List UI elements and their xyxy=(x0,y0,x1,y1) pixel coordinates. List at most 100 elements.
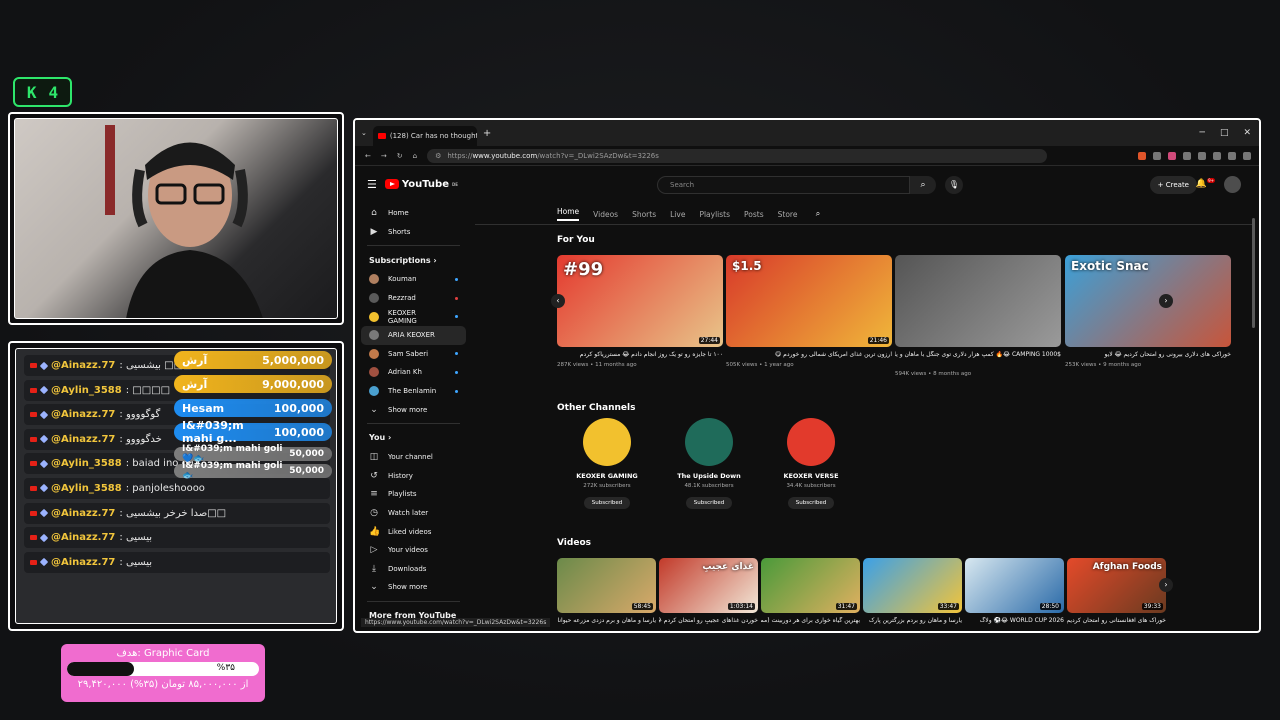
create-button[interactable]: + Create xyxy=(1149,176,1197,194)
sidebar-subscription[interactable]: Kouman xyxy=(361,270,466,289)
sidebar-item-you[interactable]: ▷ Your videos xyxy=(361,541,466,560)
subscribed-button[interactable]: Subscribed xyxy=(583,497,631,509)
minimize-icon[interactable]: ─ xyxy=(1200,128,1205,138)
new-tab-icon[interactable]: + xyxy=(483,128,491,139)
video-thumbnail[interactable]: 33:47 xyxy=(863,558,962,613)
search-input[interactable]: Search xyxy=(657,176,910,194)
menu-dots-icon[interactable] xyxy=(1243,151,1251,160)
channel-card[interactable]: KEOXER VERSE 34.4K subscribers Subscribed xyxy=(761,418,861,509)
video-title[interactable]: یارسا و ماهان رو بردم بزرگترین پارک xyxy=(863,617,962,624)
profile-icon[interactable] xyxy=(1228,151,1236,160)
home-icon: ⌂ xyxy=(371,208,377,219)
video-thumbnail[interactable]: Exotic Snac xyxy=(1065,255,1231,347)
carousel-next-icon[interactable]: › xyxy=(1159,294,1173,308)
avatar[interactable] xyxy=(1224,176,1241,193)
tab-playlists[interactable]: Playlists xyxy=(699,210,730,219)
channel-card[interactable]: KEOXER GAMING 272K subscribers Subscribed xyxy=(557,418,657,509)
tab-posts[interactable]: Posts xyxy=(744,210,764,219)
home-nav-icon[interactable]: ⌂ xyxy=(413,152,417,160)
extension-icon[interactable] xyxy=(1138,151,1146,160)
extension-icon[interactable] xyxy=(1213,151,1221,160)
maximize-icon[interactable]: □ xyxy=(1220,128,1229,138)
tab-list-icon[interactable]: ⌄ xyxy=(361,129,367,137)
tab-home[interactable]: Home xyxy=(557,207,580,221)
url-field[interactable]: ⚙ https://www.youtube.com/watch?v=_DLwi2… xyxy=(427,148,1048,163)
subscribed-button[interactable]: Subscribed xyxy=(685,497,733,509)
video-thumbnail[interactable] xyxy=(895,255,1061,347)
video-title[interactable]: ۱۰۰ تا جایزه رو تو یک روز انجام دادم 😂 م… xyxy=(557,351,723,358)
extension-icon[interactable] xyxy=(1198,151,1206,160)
sidebar-subscription[interactable]: Rezzrad xyxy=(361,289,466,308)
sidebar-subscription[interactable]: KEOXER GAMING xyxy=(361,307,466,326)
video-thumbnail[interactable]: 28:50 xyxy=(965,558,1064,613)
extension-icon[interactable] xyxy=(1183,151,1191,160)
video-title[interactable]: یارسا و ماهان و برم دزدی مزرعه حیوانات xyxy=(557,617,656,624)
channel-card[interactable]: The Upside Down 48.1K subscribers Subscrib… xyxy=(659,418,759,509)
new-content-dot xyxy=(455,389,458,393)
extension-icon[interactable] xyxy=(1168,151,1176,160)
tab-live[interactable]: Live xyxy=(670,210,685,219)
youtube-icon xyxy=(30,559,37,565)
video-thumbnail[interactable]: غذای عجیبِ 1:03:14 xyxy=(659,558,758,613)
browser-window: ⌄ (128) Car has no thought - You ✕ + ─ □… xyxy=(353,118,1261,633)
sidebar-subscription[interactable]: Sam Saberi xyxy=(361,345,466,364)
carousel-prev-icon[interactable]: ‹ xyxy=(551,294,565,308)
youtube-logo[interactable]: YouTube DE xyxy=(384,179,458,190)
notifications-icon[interactable]: 🔔9+ xyxy=(1196,178,1215,189)
sidebar-subscription[interactable]: The Benlamin xyxy=(361,382,466,401)
sidebar-subscription[interactable]: ARIA KEOXER xyxy=(361,325,466,345)
sidebar-item-you[interactable]: ↺ History xyxy=(361,467,466,486)
video-title[interactable]: ارزون ترین غذای آمریکای شمالی رو خوردم 😋 xyxy=(726,351,892,358)
back-icon[interactable]: ← xyxy=(365,152,371,160)
sidebar-item-home[interactable]: ⌂ Home xyxy=(361,204,466,223)
tab-videos[interactable]: Videos xyxy=(593,210,618,219)
donation-entry: آرش 9,000,000 xyxy=(174,375,332,393)
sidebar-item-you[interactable]: ◷ Watch later xyxy=(361,504,466,523)
youtube-favicon-icon xyxy=(377,133,386,139)
close-window-icon[interactable]: ✕ xyxy=(1243,128,1251,138)
chat-text: : panjoleshoooo xyxy=(125,482,205,494)
subscriptions-heading[interactable]: Subscriptions › xyxy=(361,250,466,270)
sidebar-item-shorts[interactable]: ▶ Shorts xyxy=(361,223,466,242)
sidebar-item-you[interactable]: ⌄ Show more xyxy=(361,578,466,597)
hamburger-icon[interactable]: ☰ xyxy=(367,178,377,191)
video-thumbnail[interactable]: Afghan Foods 39:33 xyxy=(1067,558,1166,613)
moderator-icon xyxy=(39,410,49,419)
sidebar-item-you[interactable]: ◫ Your channel xyxy=(361,448,466,467)
video-title[interactable]: 1000$ CAMPING 😂🔥 کمپ هزار دلاری توی جنگل… xyxy=(895,351,1061,358)
forward-icon[interactable]: → xyxy=(381,152,387,160)
video-thumbnail[interactable]: 58:45 xyxy=(557,558,656,613)
extension-icon[interactable] xyxy=(1153,151,1161,160)
channel-search-icon[interactable]: ⌕ xyxy=(811,207,825,221)
sidebar-item-you[interactable]: ≡ Playlists xyxy=(361,485,466,504)
tab-bar: ⌄ (128) Car has no thought - You ✕ + ─ □… xyxy=(355,120,1259,146)
search-icon[interactable]: ⌕ xyxy=(910,176,936,194)
video-title[interactable]: WORLD CUP 2026 😂⚽ ولاگ xyxy=(965,617,1064,624)
video-thumbnail[interactable]: 31:47 xyxy=(761,558,860,613)
video-title[interactable]: بهترین گیاه خواری برای هر دوربینت (ممد xyxy=(761,617,860,624)
scrollbar[interactable] xyxy=(1252,218,1255,328)
your-videos-icon: ▷ xyxy=(370,545,378,556)
subscribed-button[interactable]: Subscribed xyxy=(787,497,835,509)
channel-avatar xyxy=(583,418,631,466)
video-thumbnail[interactable]: $1.5 21:46 xyxy=(726,255,892,347)
you-heading[interactable]: You › xyxy=(361,428,466,448)
video-title[interactable]: خوراک های افغانستانی رو امتحان کردیم xyxy=(1067,617,1166,624)
sidebar-subscription[interactable]: Adrian Kh xyxy=(361,363,466,382)
browser-tab[interactable]: (128) Car has no thought - You ✕ xyxy=(372,126,477,146)
chat-message: @Ainazz.77: بیسیی xyxy=(24,527,330,549)
tab-store[interactable]: Store xyxy=(778,210,798,219)
site-info-icon[interactable]: ⚙ xyxy=(435,152,441,160)
reload-icon[interactable]: ↻ xyxy=(397,152,403,160)
subscriptions-show-more[interactable]: ⌄ Show more xyxy=(361,400,466,419)
tab-shorts[interactable]: Shorts xyxy=(632,210,656,219)
subscription-label: Rezzrad xyxy=(388,294,416,303)
mic-icon[interactable]: 🎙 xyxy=(945,176,963,194)
videos-next-icon[interactable]: › xyxy=(1159,578,1173,592)
video-title[interactable]: خوردن غذاهای عجیبِ رو امتحان کردم 😂 !!2 xyxy=(659,617,758,624)
show-more-label: Show more xyxy=(388,405,428,414)
video-thumbnail[interactable]: #99 27:44 xyxy=(557,255,723,347)
sidebar-item-you[interactable]: ⤓ Downloads xyxy=(361,560,466,579)
sidebar-item-you[interactable]: 👍 Liked videos xyxy=(361,522,466,541)
video-title[interactable]: خوراکی های دلاری بیرونی رو امتحان کردیم … xyxy=(1065,351,1231,358)
